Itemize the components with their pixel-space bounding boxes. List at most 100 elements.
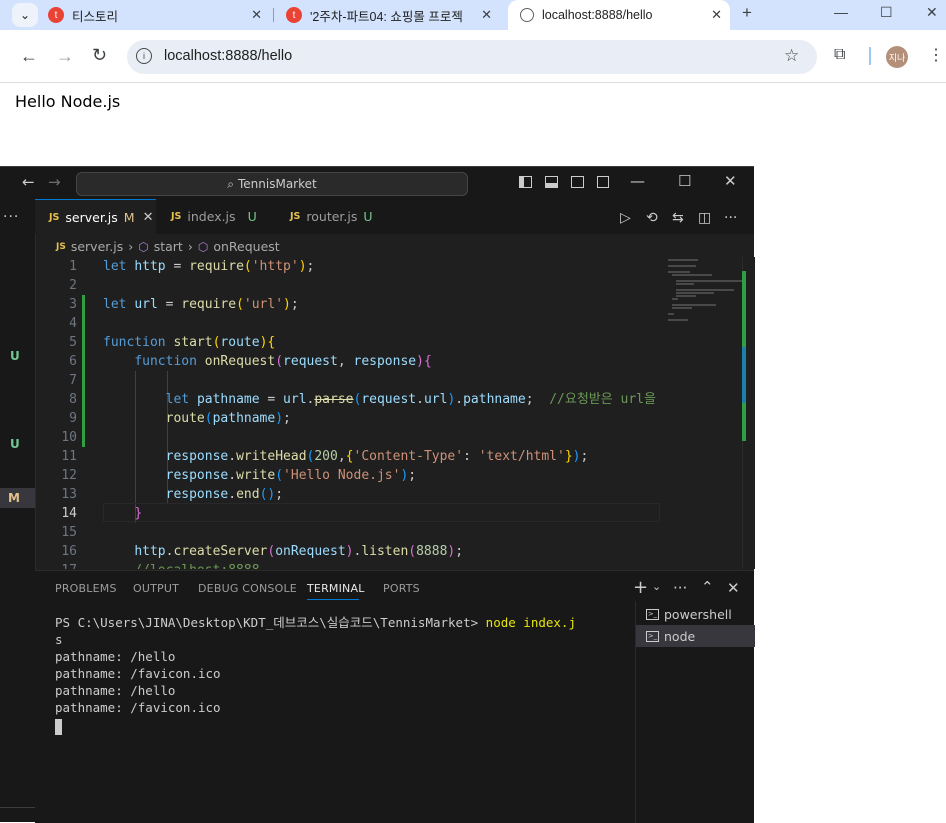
code-line: 17 //localhost:8888: [35, 561, 660, 569]
globe-icon: [520, 8, 534, 22]
more-actions-icon[interactable]: ···: [3, 209, 19, 225]
address-text[interactable]: localhost:8888/hello: [164, 48, 292, 64]
breadcrumb-item-onrequest[interactable]: onRequest: [213, 239, 279, 254]
code-line: 3 let url = require('url');: [69, 297, 299, 312]
code-line: 14 }: [61, 506, 143, 521]
back-arrow-icon[interactable]: ←: [22, 173, 35, 191]
close-icon[interactable]: ✕: [143, 210, 154, 225]
tab-search-chevron-icon[interactable]: ⌄: [12, 3, 38, 27]
javascript-file-icon: JS: [49, 211, 60, 223]
customize-layout-icon[interactable]: [597, 176, 609, 188]
terminal-command: node index.j: [485, 615, 576, 630]
code-line: 13 response.end();: [61, 487, 284, 502]
maximize-icon[interactable]: ☐: [880, 4, 893, 21]
more-actions-icon[interactable]: ···: [724, 210, 737, 226]
terminal-item-powershell[interactable]: >_ powershell: [636, 603, 755, 625]
terminal-item-label: powershell: [664, 606, 732, 622]
javascript-file-icon: JS: [171, 211, 182, 222]
split-editor-icon[interactable]: ◫: [698, 210, 711, 226]
tab-index-js[interactable]: JS index.js U: [157, 199, 275, 234]
scrollbar-change-marker: [742, 347, 746, 403]
forward-arrow-icon[interactable]: →: [56, 46, 74, 67]
close-window-icon[interactable]: ✕: [724, 172, 737, 190]
active-tab-indicator: [307, 599, 359, 600]
breadcrumb-item-start[interactable]: start: [154, 239, 183, 254]
minimap[interactable]: [660, 257, 742, 569]
browser-tab-tistory[interactable]: t 티스토리 ✕: [48, 0, 270, 30]
git-status-badge: M: [123, 209, 135, 225]
forward-arrow-icon[interactable]: →: [48, 173, 61, 191]
tab-problems[interactable]: PROBLEMS: [55, 582, 117, 595]
code-line: 1 let http = require('http');: [69, 259, 315, 274]
git-status-badge: M: [8, 491, 20, 505]
toolbar-divider: [869, 47, 871, 65]
toggle-secondary-sidebar-icon[interactable]: [571, 176, 584, 188]
timeline-history-icon[interactable]: ⟲: [646, 210, 658, 226]
chevron-right-icon: ›: [187, 239, 193, 254]
back-arrow-icon[interactable]: ←: [20, 46, 38, 67]
site-info-icon[interactable]: i: [136, 48, 152, 64]
minimize-icon[interactable]: —: [630, 172, 645, 190]
terminal-item-node[interactable]: >_ node: [636, 625, 755, 647]
tab-label: router.js: [306, 209, 358, 224]
tab-terminal[interactable]: TERMINAL: [307, 582, 365, 595]
more-actions-icon[interactable]: ···: [673, 579, 687, 597]
tab-output[interactable]: OUTPUT: [133, 582, 179, 595]
terminal-item-label: node: [664, 628, 696, 644]
new-terminal-plus-icon[interactable]: +: [633, 577, 648, 598]
tab-router-js[interactable]: JS router.js U: [276, 199, 398, 234]
git-status-badge: U: [10, 437, 20, 451]
reload-icon[interactable]: ↻: [92, 45, 107, 66]
javascript-file-icon: JS: [290, 211, 301, 222]
toggle-panel-icon[interactable]: [545, 176, 558, 188]
toggle-sidebar-icon[interactable]: [519, 176, 532, 188]
chevron-down-icon[interactable]: ⌄: [652, 580, 661, 593]
open-changes-icon[interactable]: ⇆: [672, 210, 684, 226]
tab-debug-console[interactable]: DEBUG CONSOLE: [198, 582, 297, 595]
tab-label: index.js: [187, 209, 236, 224]
search-icon: ⌕: [227, 176, 234, 191]
chrome-menu-icon[interactable]: ⋮: [928, 45, 944, 65]
code-line: 8 let pathname = url.parse(request.url).…: [69, 392, 656, 407]
chevron-right-icon: ›: [128, 239, 134, 254]
breadcrumb-item-file[interactable]: server.js: [71, 239, 123, 254]
explorer-strip: ··· U U M: [0, 199, 36, 822]
close-icon[interactable]: ✕: [251, 7, 262, 23]
code-line: 7: [69, 373, 77, 388]
close-icon[interactable]: ✕: [711, 7, 722, 23]
new-tab-plus-icon[interactable]: +: [742, 3, 752, 23]
browser-tab-title: '2주차-파트04: 쇼핑몰 프로젝: [310, 9, 463, 24]
explorer-item-selected[interactable]: M: [0, 488, 35, 508]
code-line: 4: [69, 316, 77, 331]
tab-ports[interactable]: PORTS: [383, 582, 420, 595]
tab-server-js[interactable]: JS server.js M ✕: [35, 199, 156, 234]
vscode-window: ← → ⌕ TennisMarket — ☐ ✕ ··· U U M JS se…: [0, 166, 755, 823]
maximize-panel-chevron-icon[interactable]: ⌃: [701, 578, 714, 596]
bookmark-star-icon[interactable]: ☆: [784, 46, 799, 66]
code-line: 9 route(pathname);: [69, 411, 291, 426]
command-center-label: TennisMarket: [238, 177, 317, 191]
profile-avatar[interactable]: 지나: [886, 46, 908, 68]
extensions-puzzle-icon[interactable]: ⧉: [834, 46, 845, 64]
code-editor[interactable]: 1 let http = require('http'); 2 3 let url …: [35, 257, 660, 569]
browser-tab-shopping-project[interactable]: t '2주차-파트04: 쇼핑몰 프로젝 ✕: [278, 0, 500, 30]
terminal-output[interactable]: PS C:\Users\JINA\Desktop\KDT_데브코스\실습코드\T…: [55, 614, 576, 716]
code-line: 5 function start(route){: [69, 335, 276, 350]
tistory-icon: t: [48, 7, 64, 23]
close-window-icon[interactable]: ✕: [926, 4, 938, 21]
code-line: 11 response.writeHead(200,{'Content-Type…: [61, 449, 589, 464]
command-center-search[interactable]: ⌕ TennisMarket: [76, 172, 468, 196]
run-play-icon[interactable]: ▷: [620, 210, 631, 226]
browser-tab-localhost[interactable]: localhost:8888/hello ✕: [508, 0, 730, 30]
browser-tab-title: localhost:8888/hello: [542, 8, 653, 22]
scrollbar-change-marker: [742, 271, 746, 347]
scrollbar-change-marker: [742, 403, 746, 441]
maximize-icon[interactable]: ☐: [678, 172, 691, 190]
close-icon[interactable]: ✕: [481, 7, 492, 23]
javascript-file-icon: JS: [56, 241, 66, 252]
code-line: 10: [61, 430, 77, 445]
close-panel-icon[interactable]: ✕: [727, 579, 740, 597]
minimize-icon[interactable]: —: [834, 4, 848, 20]
divider: [0, 807, 35, 808]
git-status-badge: U: [247, 209, 257, 224]
